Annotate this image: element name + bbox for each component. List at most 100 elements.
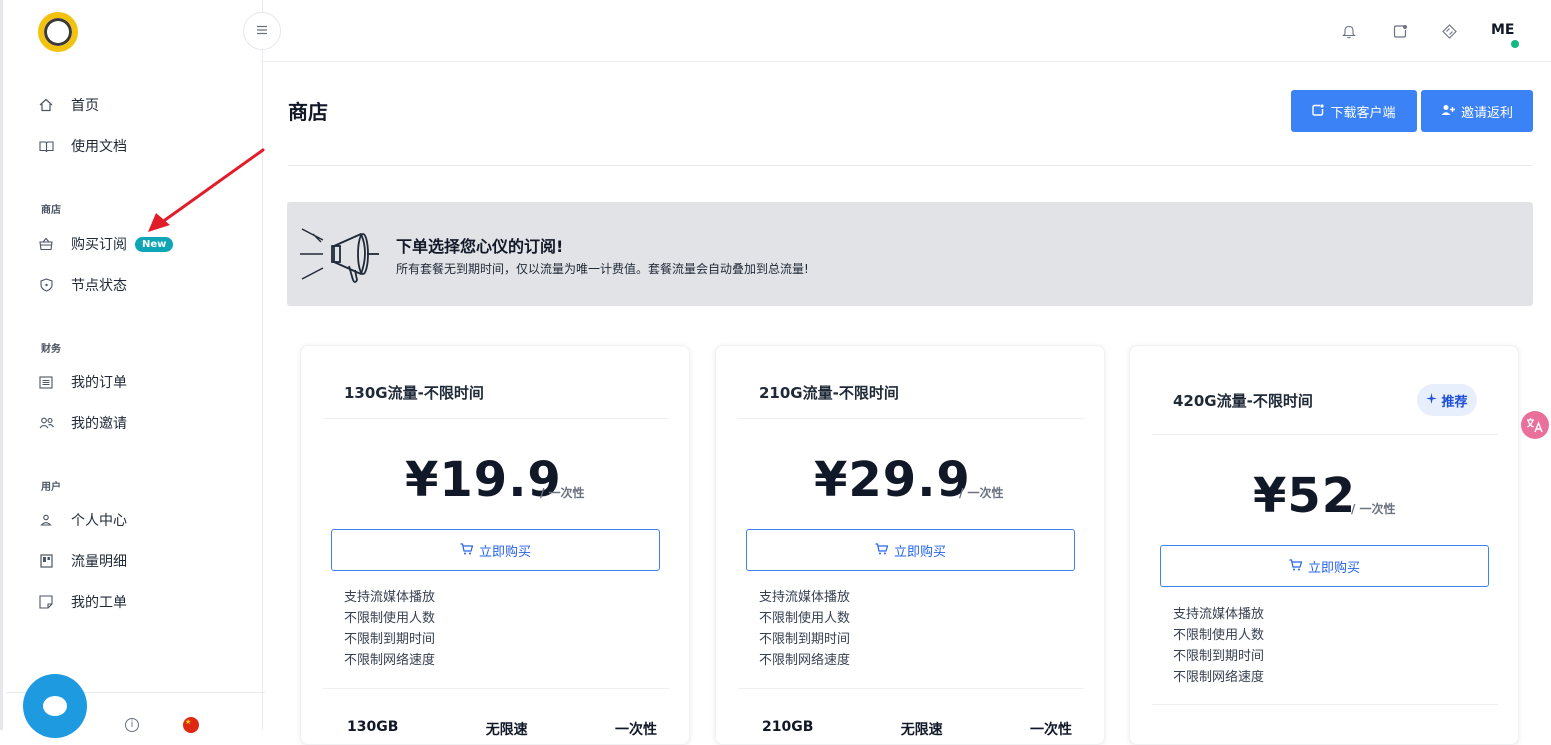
- sidebar-item-docs[interactable]: 使用文档: [38, 136, 127, 156]
- sidebar-item-label: 购买订阅: [71, 237, 127, 253]
- sparkle-icon: [1426, 392, 1438, 408]
- stat-traffic: 210GB: [762, 719, 814, 735]
- feature-item: 不限制网络速度: [1173, 670, 1265, 685]
- sidebar-item-buy-subscription[interactable]: 购买订阅 New: [38, 234, 174, 254]
- sidebar-item-label: 节点状态: [71, 278, 127, 294]
- app-icon: [1312, 103, 1325, 119]
- chat-button[interactable]: [23, 674, 87, 738]
- invite-rebate-label: 邀请返利: [1460, 105, 1513, 121]
- cart-icon: [1289, 558, 1303, 574]
- sidebar-item-home[interactable]: 首页: [38, 95, 99, 115]
- language-flag-icon[interactable]: ★: [183, 717, 199, 733]
- translate-icon[interactable]: [1521, 411, 1549, 439]
- price-unit: / 一次性: [1351, 502, 1396, 516]
- plan-price: ¥19.9: [405, 452, 562, 508]
- megaphone-icon: [300, 228, 379, 283]
- sidebar-item-my-orders[interactable]: 我的订单: [38, 372, 127, 392]
- sidebar-item-node-status[interactable]: 节点状态: [38, 275, 127, 295]
- section-title-user: 用户: [41, 482, 61, 493]
- hamburger-icon: [256, 23, 268, 39]
- buy-now-button[interactable]: 立即购买: [746, 529, 1075, 571]
- stat-period: 一次性: [1029, 722, 1072, 738]
- buy-now-button[interactable]: 立即购买: [331, 529, 660, 571]
- feature-item: 支持流媒体播放: [344, 590, 436, 605]
- card-divider: [1152, 434, 1498, 435]
- stat-speed: 无限速: [485, 722, 528, 738]
- section-title-shop: 商店: [41, 205, 61, 216]
- banner-subtitle: 所有套餐无到期时间，仅以流量为唯一计费值。套餐流量会自动叠加到总流量!: [396, 262, 809, 276]
- card-divider: [323, 418, 669, 419]
- download-client-label: 下载客户端: [1330, 105, 1396, 121]
- feature-item: 不限制使用人数: [1173, 628, 1265, 643]
- topbar: ME: [263, 0, 1551, 62]
- feature-item: 不限制网络速度: [344, 653, 436, 668]
- sidebar-item-traffic-details[interactable]: 流量明细: [38, 551, 127, 571]
- sidebar-item-my-invites[interactable]: 我的邀请: [38, 413, 127, 433]
- sidebar-item-label: 我的工单: [71, 595, 127, 611]
- card-divider: [1152, 704, 1498, 705]
- plan-card-210g: 210G流量-不限时间 ¥29.9 / 一次性 立即购买 支持流媒体播放 不限制…: [715, 345, 1105, 745]
- info-banner: 下单选择您心仪的订阅! 所有套餐无到期时间，仅以流量为唯一计费值。套餐流量会自动…: [287, 202, 1533, 306]
- stat-traffic: 130GB: [347, 719, 399, 735]
- online-status-dot: [1511, 40, 1519, 48]
- plan-features: 支持流媒体播放 不限制使用人数 不限制到期时间 不限制网络速度: [1173, 604, 1264, 688]
- plan-card-130g: 130G流量-不限时间 ¥19.9 / 一次性 立即购买 支持流媒体播放 不限制…: [300, 345, 690, 745]
- sidebar-item-label: 个人中心: [71, 513, 127, 529]
- plan-title: 130G流量-不限时间: [344, 384, 484, 402]
- plan-title: 420G流量-不限时间: [1173, 392, 1313, 410]
- chat-icon: [43, 696, 67, 716]
- stat-speed: 无限速: [900, 722, 943, 738]
- plan-title: 210G流量-不限时间: [759, 384, 899, 402]
- book-icon: [38, 138, 54, 154]
- sidebar: 首页 使用文档 商店 购买订阅 New 节点状态 财务 我的订单 我的邀请 用户: [0, 0, 265, 730]
- sidebar-item-label: 首页: [71, 98, 99, 114]
- plan-stats: 130GB 无限速 一次性: [347, 719, 657, 739]
- cart-icon: [875, 542, 889, 558]
- feature-item: 支持流媒体播放: [1173, 607, 1265, 622]
- sidebar-item-label: 我的邀请: [71, 416, 127, 432]
- recommend-badge: 推荐: [1417, 384, 1477, 416]
- feature-item: 不限制到期时间: [1173, 649, 1265, 664]
- annotation-arrow: [148, 148, 265, 232]
- buy-now-label: 立即购买: [893, 544, 946, 560]
- plan-card-420g: 420G流量-不限时间 推荐 ¥52 / 一次性 立即购买 支持流媒体播放 不限…: [1129, 345, 1519, 745]
- card-divider: [738, 418, 1084, 419]
- section-title-finance: 财务: [41, 344, 61, 355]
- plan-features: 支持流媒体播放 不限制使用人数 不限制到期时间 不限制网络速度: [759, 587, 850, 671]
- price-unit: / 一次性: [959, 486, 1004, 500]
- avatar[interactable]: ME: [1491, 22, 1515, 38]
- card-divider: [323, 688, 669, 689]
- sidebar-item-label: 我的订单: [71, 375, 127, 391]
- price-unit: / 一次性: [540, 486, 585, 500]
- home-icon: [38, 97, 54, 113]
- basket-icon: [38, 236, 54, 252]
- sidebar-item-my-tickets[interactable]: 我的工单: [38, 592, 127, 612]
- plan-features: 支持流媒体播放 不限制使用人数 不限制到期时间 不限制网络速度: [344, 587, 435, 671]
- download-app-icon[interactable]: [1391, 22, 1409, 40]
- bell-icon[interactable]: [1340, 22, 1358, 40]
- settings-diamond-icon[interactable]: [1440, 22, 1458, 40]
- buy-now-button[interactable]: 立即购买: [1160, 545, 1489, 587]
- feature-item: 不限制到期时间: [759, 632, 851, 647]
- sidebar-item-label: 流量明细: [71, 554, 127, 570]
- plan-stats: 210GB 无限速 一次性: [762, 719, 1072, 739]
- feature-item: 支持流媒体播放: [759, 590, 851, 605]
- plan-price: ¥52: [1253, 468, 1357, 524]
- user-icon: [38, 512, 54, 528]
- feature-item: 不限制使用人数: [759, 611, 851, 626]
- chart-icon: [38, 553, 54, 569]
- ticket-icon: [38, 594, 54, 610]
- list-icon: [38, 374, 54, 390]
- card-divider: [738, 688, 1084, 689]
- invite-rebate-button[interactable]: 邀请返利: [1421, 90, 1533, 132]
- sidebar-item-profile[interactable]: 个人中心: [38, 510, 127, 530]
- plan-price: ¥29.9: [814, 452, 971, 508]
- shield-icon: [38, 277, 54, 293]
- menu-toggle-button[interactable]: [243, 12, 281, 50]
- users-icon: [38, 415, 54, 431]
- stat-period: 一次性: [614, 722, 657, 738]
- feature-item: 不限制到期时间: [344, 632, 436, 647]
- add-user-icon: [1441, 104, 1455, 119]
- download-client-button[interactable]: 下载客户端: [1291, 90, 1417, 132]
- logo[interactable]: [38, 12, 78, 52]
